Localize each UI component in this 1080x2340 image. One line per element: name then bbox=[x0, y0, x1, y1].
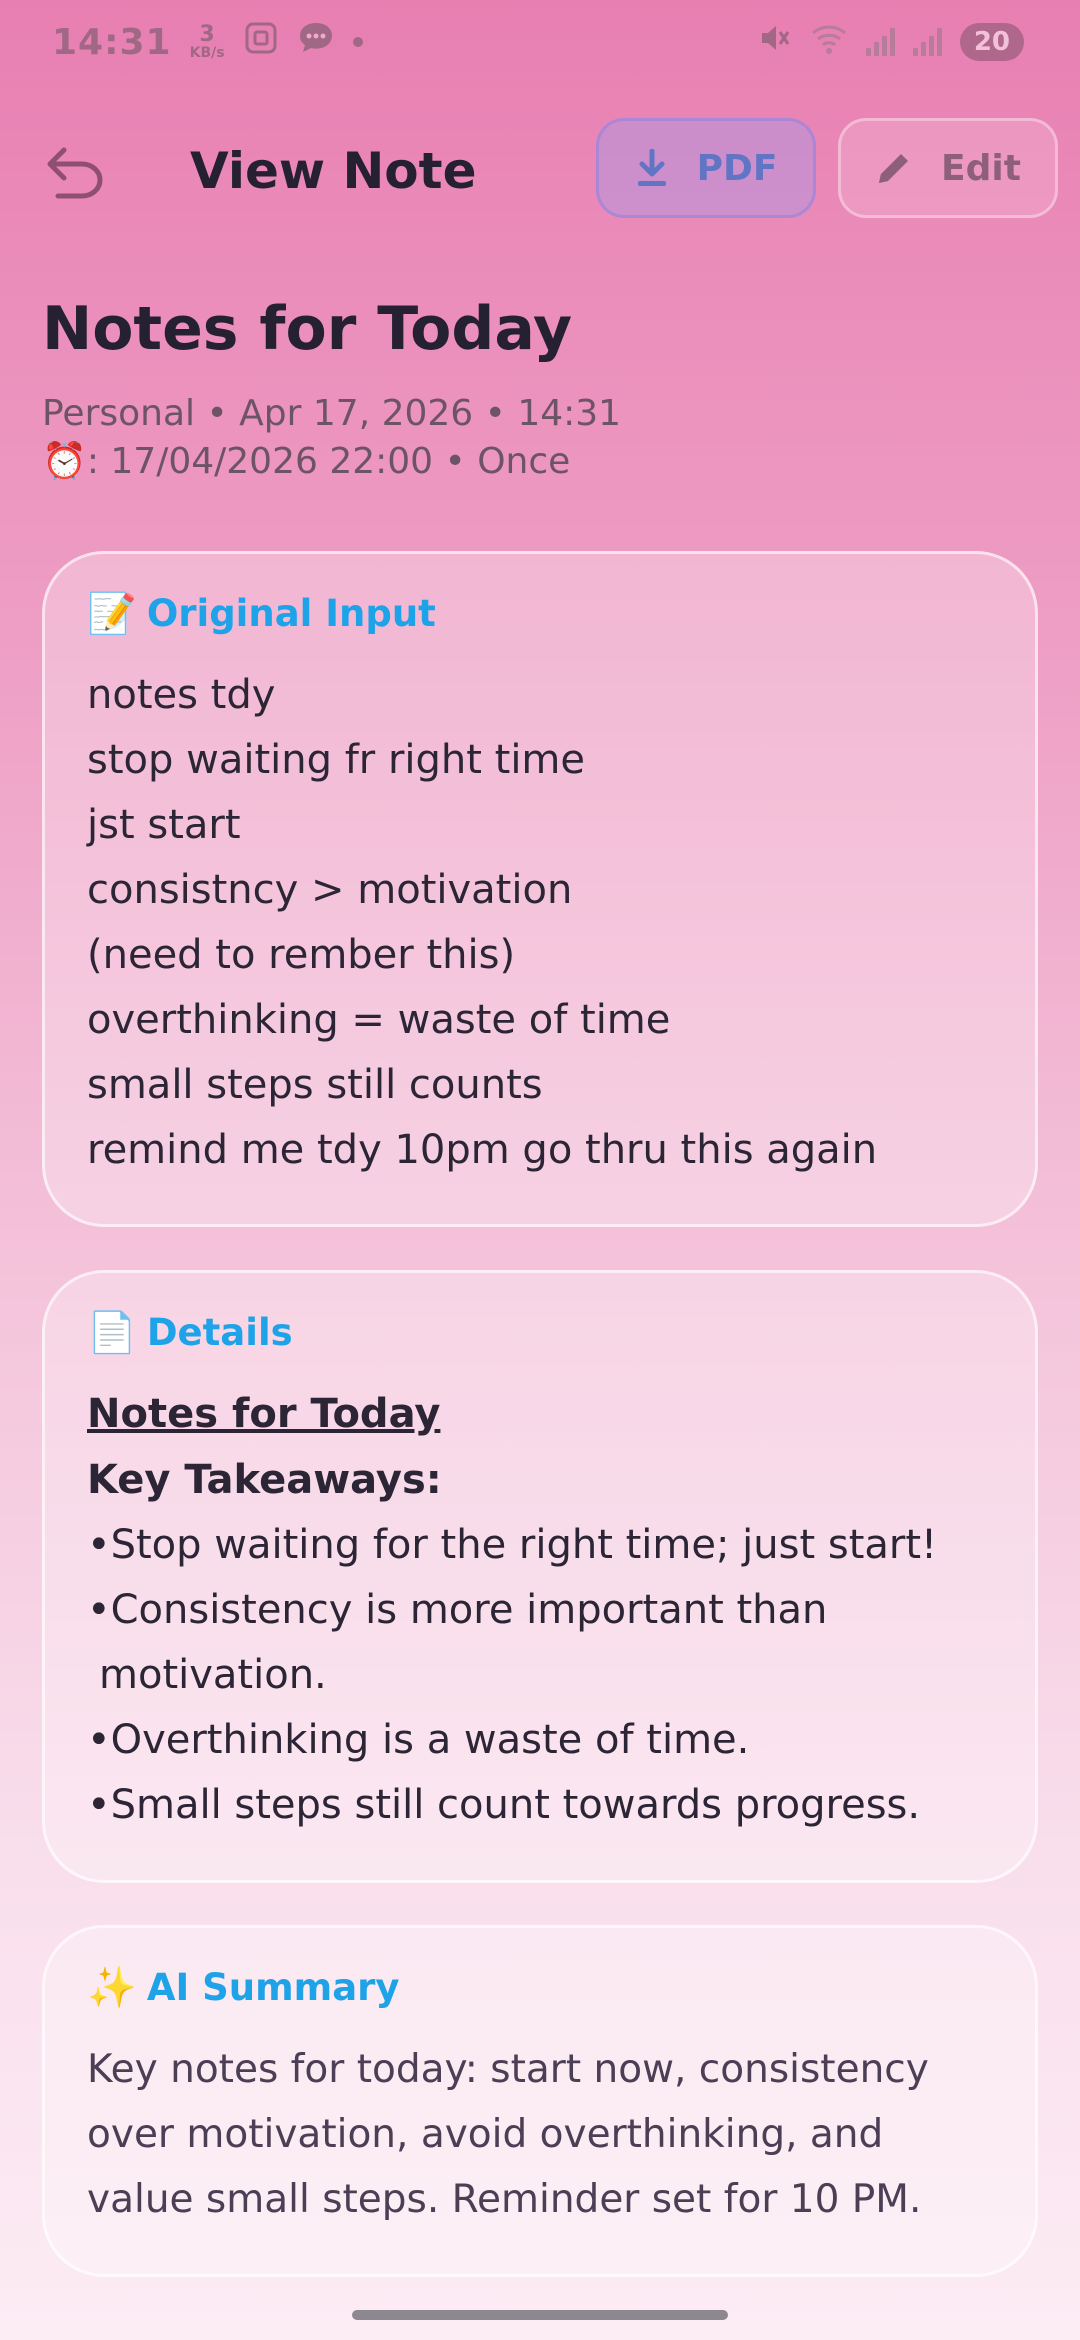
details-subtitle: Key Takeaways: bbox=[87, 1457, 442, 1503]
message-icon bbox=[297, 20, 335, 65]
app-bar: View Note PDF Edit bbox=[0, 118, 1080, 224]
takeaways-list: Stop waiting for the right time; just st… bbox=[87, 1513, 995, 1838]
ai-summary-card: ✨ AI Summary Key notes for today: start … bbox=[42, 1925, 1038, 2277]
input-line: stop waiting fr right time bbox=[87, 737, 586, 783]
takeaway-item: Stop waiting for the right time; just st… bbox=[87, 1513, 995, 1578]
note-title: Notes for Today bbox=[42, 294, 573, 364]
input-line: overthinking = waste of time bbox=[87, 997, 671, 1043]
input-line: small steps still counts bbox=[87, 1062, 543, 1108]
network-speed-value: 3 bbox=[199, 22, 215, 47]
edit-button-label: Edit bbox=[941, 147, 1021, 189]
signal-icon-1 bbox=[865, 28, 895, 56]
input-line: notes tdy bbox=[87, 672, 276, 718]
input-line: remind me tdy 10pm go thru this again bbox=[87, 1127, 878, 1173]
pdf-button-label: PDF bbox=[696, 147, 778, 189]
screenshot-icon bbox=[243, 20, 279, 65]
takeaway-item: Consistency is more important than motiv… bbox=[87, 1578, 995, 1708]
pdf-button[interactable]: PDF bbox=[596, 118, 816, 218]
note-meta-line: Personal • Apr 17, 2026 • 14:31 bbox=[42, 393, 622, 434]
original-input-title: Original Input bbox=[146, 592, 436, 635]
original-input-lines: notes tdy stop waiting fr right time jst… bbox=[87, 663, 995, 1183]
memo-icon: 📝 bbox=[87, 591, 137, 637]
pencil-icon bbox=[879, 154, 909, 183]
input-line: (need to rember this) bbox=[87, 932, 516, 978]
note-meta: Personal • Apr 17, 2026 • 14:31 ⏰: 17/04… bbox=[42, 390, 621, 486]
status-left: 14:31 3 KB/s bbox=[52, 20, 363, 65]
input-line: consistncy > motivation bbox=[87, 867, 573, 913]
document-icon: 📄 bbox=[87, 1310, 137, 1356]
battery-indicator: 20 bbox=[959, 23, 1024, 61]
mute-icon bbox=[756, 20, 792, 65]
details-note-title: Notes for Today bbox=[87, 1391, 441, 1437]
details-title: Details bbox=[146, 1311, 293, 1354]
notification-dot-icon bbox=[352, 37, 363, 47]
back-button[interactable] bbox=[40, 136, 112, 208]
takeaway-item: Overthinking is a waste of time. bbox=[87, 1708, 995, 1773]
wifi-icon bbox=[810, 21, 848, 64]
details-heading: 📄 Details bbox=[87, 1309, 995, 1356]
original-input-card: 📝 Original Input notes tdy stop waiting … bbox=[42, 551, 1038, 1227]
takeaway-item: Small steps still count towards progress… bbox=[87, 1773, 995, 1838]
ai-summary-title: AI Summary bbox=[146, 1966, 400, 2009]
status-bar: 14:31 3 KB/s 20 bbox=[0, 0, 1080, 84]
network-speed: 3 KB/s bbox=[189, 22, 225, 61]
signal-icon-2 bbox=[912, 28, 942, 56]
undo-arrow-icon bbox=[47, 147, 103, 199]
reminder-text: : 17/04/2026 22:00 • Once bbox=[86, 441, 571, 482]
edit-button[interactable]: Edit bbox=[838, 118, 1058, 218]
home-indicator[interactable] bbox=[352, 2310, 728, 2320]
network-speed-unit: KB/s bbox=[189, 45, 225, 61]
input-line: jst start bbox=[87, 802, 241, 848]
sparkles-icon: ✨ bbox=[87, 1965, 137, 2011]
alarm-clock-icon: ⏰ bbox=[42, 441, 87, 482]
original-input-heading: 📝 Original Input bbox=[87, 590, 995, 637]
ai-summary-heading: ✨ AI Summary bbox=[87, 1964, 995, 2011]
page-title: View Note bbox=[190, 142, 477, 200]
status-right: 20 bbox=[756, 20, 1024, 65]
status-time: 14:31 bbox=[52, 21, 172, 63]
reminder-line: ⏰: 17/04/2026 22:00 • Once bbox=[42, 438, 621, 486]
download-icon bbox=[637, 149, 666, 186]
details-card: 📄 Details Notes for Today Key Takeaways:… bbox=[42, 1270, 1038, 1883]
ai-summary-text: Key notes for today: start now, consiste… bbox=[87, 2047, 929, 2222]
